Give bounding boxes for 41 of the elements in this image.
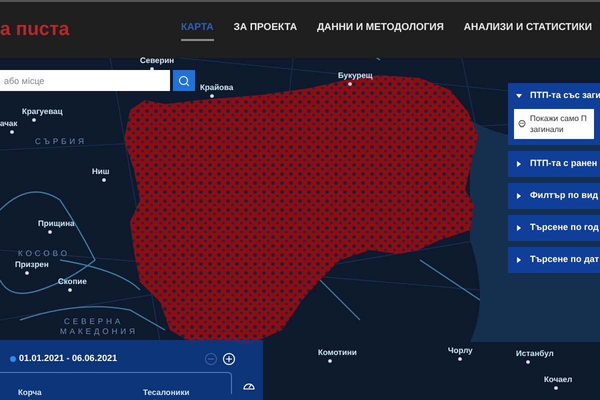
zoom-in-button[interactable]	[223, 352, 235, 365]
city-label: Кочаел	[544, 374, 572, 386]
city-label: Крайова	[200, 82, 234, 94]
date-range: 01.01.2021 - 06.06.2021	[19, 352, 118, 365]
country-label: КОСОВО	[18, 248, 70, 260]
nav-link[interactable]: ДАННИ И МЕТОДОЛОГИЯ	[317, 20, 444, 40]
city-label: Скопие	[58, 276, 87, 288]
city-label: Крагуевац	[22, 106, 63, 118]
country-label: СЕВЕРНА	[64, 316, 124, 328]
filter-header[interactable]: ПТП-та с ранен	[508, 151, 600, 177]
filter-header[interactable]: Търсене по год	[508, 215, 600, 241]
caret-right-icon	[516, 225, 522, 231]
nav-link[interactable]: ЗА ПРОЕКТА	[234, 20, 298, 40]
city-label: Призрен	[15, 259, 49, 271]
city-label: Букурещ	[338, 70, 373, 82]
caret-down-icon	[516, 93, 522, 99]
filter-header[interactable]: Търсене по дат	[508, 247, 600, 273]
caret-right-icon	[516, 257, 522, 263]
city-label: Чорлу	[448, 345, 473, 357]
filter-option[interactable]: Покажи само П загинали	[514, 109, 594, 139]
city-label: Тесалоники	[143, 387, 190, 399]
filter-header[interactable]: Филтър по вид	[508, 183, 600, 209]
caret-right-icon	[516, 193, 522, 199]
city-label: Комотини	[318, 347, 357, 359]
country-label: СЪРБИЯ	[35, 136, 87, 148]
city-label: Северин	[140, 55, 174, 67]
city-label: ачак	[0, 118, 18, 130]
search-button[interactable]	[173, 70, 195, 91]
city-label: Истанбул	[516, 348, 554, 360]
skull-icon	[518, 120, 526, 128]
minus-icon	[208, 356, 214, 362]
nav-link[interactable]: АНАЛИЗИ И СТАТИСТИКИ	[464, 20, 592, 40]
search-field[interactable]: або місце	[0, 70, 170, 91]
filter-header[interactable]: ПТП-та със заги	[508, 83, 600, 109]
search-icon	[178, 74, 190, 86]
city-label: Прищина	[38, 218, 75, 230]
country-label: МАКЕДОНИЯ	[60, 326, 138, 338]
plus-icon	[226, 356, 232, 362]
caret-right-icon	[516, 161, 522, 167]
city-label: Ниш	[92, 166, 110, 178]
city-label: Корча	[18, 387, 42, 399]
